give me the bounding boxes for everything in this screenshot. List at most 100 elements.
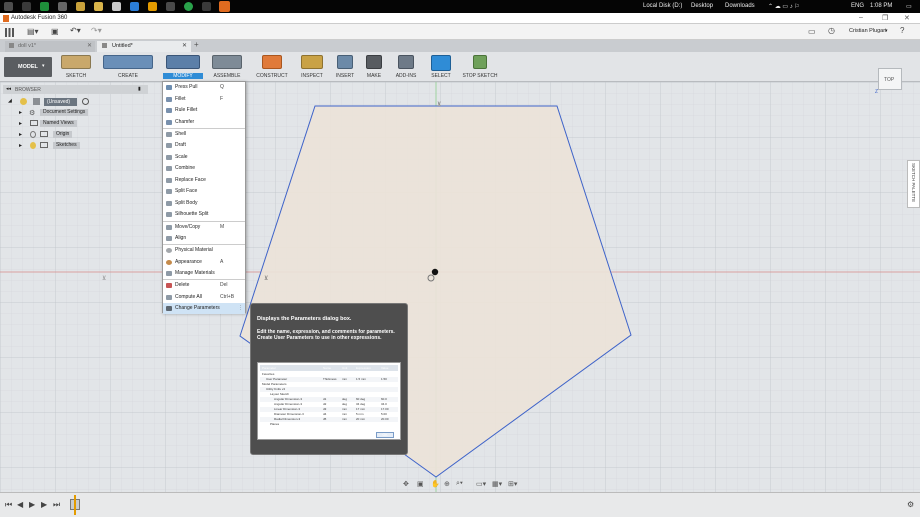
step-forward-icon[interactable]: ▶	[41, 500, 47, 509]
timeline-settings-icon[interactable]: ⚙	[907, 500, 914, 509]
menu-item-split-face[interactable]: Split Face	[163, 186, 245, 197]
minimize-icon[interactable]: –	[859, 14, 863, 21]
select-group[interactable]: SELECT	[428, 55, 454, 81]
app-icon-12[interactable]	[202, 2, 211, 11]
orbit-icon[interactable]: ✥	[403, 480, 409, 488]
go-to-start-icon[interactable]: ⏮	[5, 500, 12, 510]
step-back-icon[interactable]: ◀	[17, 500, 23, 509]
help-icon[interactable]: ?	[900, 26, 904, 35]
viewcube-face[interactable]: TOP	[878, 68, 902, 90]
close-icon[interactable]: ✕	[904, 14, 910, 22]
play-icon[interactable]: ▶	[29, 500, 35, 509]
menu-item-draft[interactable]: Draft	[163, 140, 245, 151]
go-to-end-icon[interactable]: ⏭	[53, 500, 60, 510]
grid-settings-icon[interactable]: ▦▾	[492, 480, 502, 488]
tray-icons[interactable]: ⌃ ☁ ▭ ♪ ⚐	[768, 3, 800, 10]
lightbulb-icon[interactable]	[30, 142, 36, 149]
menu-item-rule-fillet[interactable]: Rule Fillet	[163, 105, 245, 116]
workspace-switcher[interactable]: MODEL ▾	[4, 57, 52, 77]
lightbulb-off-icon[interactable]	[30, 131, 36, 138]
undo-icon[interactable]: ↶▾	[70, 26, 81, 35]
menu-item-change-parameters[interactable]: Change Parameters ⋮	[163, 303, 245, 314]
tab-untitled[interactable]: Untitled* ✕	[97, 41, 191, 52]
expand-arrow-icon[interactable]: ◢	[8, 98, 12, 104]
data-panel-grid-icon[interactable]	[5, 28, 14, 37]
app-icon-1[interactable]	[4, 2, 13, 11]
user-name[interactable]: Cristian Plugari	[849, 28, 886, 34]
collapse-icon[interactable]: ◂◂	[6, 86, 11, 92]
sketch-palette-tab[interactable]: SKETCH PALETTE	[907, 160, 920, 208]
browser-item-sketches[interactable]: ▸ Sketches	[3, 141, 103, 151]
viewcube[interactable]: TOP Z	[875, 68, 905, 95]
activate-radio-icon[interactable]	[82, 98, 89, 105]
taskbar-clock[interactable]: 1:08 PM	[870, 3, 892, 9]
taskbar-lang[interactable]: ENG	[851, 3, 864, 9]
display-settings-icon[interactable]: ▭▾	[476, 480, 486, 488]
app-icon-9[interactable]	[148, 2, 157, 11]
browser-item-document-settings[interactable]: ▸ ⚙ Document Settings	[3, 108, 103, 118]
menu-item-silhouette-split[interactable]: Silhouette Split	[163, 209, 245, 220]
taskbar-desktop[interactable]: Desktop	[691, 3, 713, 9]
app-icon-11[interactable]	[184, 2, 193, 11]
menu-item-physical-material[interactable]: Physical Material	[163, 245, 245, 256]
menu-item-split-body[interactable]: Split Body	[163, 198, 245, 209]
menu-item-move-copy[interactable]: Move/Copy M	[163, 222, 245, 233]
expand-arrow-icon[interactable]: ▸	[19, 142, 22, 149]
app-icon-10[interactable]	[166, 2, 175, 11]
browser-root[interactable]: ◢ (Unsaved)	[3, 97, 93, 107]
file-menu-icon[interactable]: ▤▾	[27, 27, 39, 36]
create-group[interactable]: CREATE	[100, 55, 156, 81]
app-icon-2[interactable]	[22, 2, 31, 11]
app-icon-6[interactable]	[94, 2, 103, 11]
menu-item-chamfer[interactable]: Chamfer	[163, 117, 245, 128]
history-icon[interactable]: ◷	[828, 26, 835, 35]
fit-icon[interactable]: ⌕▾	[456, 480, 463, 488]
more-options-icon[interactable]: ⋮	[238, 303, 243, 314]
menu-item-delete[interactable]: Delete Del	[163, 280, 245, 291]
menu-item-shell[interactable]: Shell	[163, 129, 245, 140]
taskbar-drive[interactable]: Local Disk (D:)	[643, 3, 682, 9]
expand-arrow-icon[interactable]: ▸	[19, 131, 22, 138]
look-at-icon[interactable]: ▣	[417, 480, 424, 488]
menu-item-align[interactable]: Align	[163, 233, 245, 244]
menu-item-fillet[interactable]: Fillet F	[163, 94, 245, 105]
expand-arrow-icon[interactable]: ▸	[19, 109, 22, 116]
make-group[interactable]: MAKE	[363, 55, 385, 81]
timeline-marker[interactable]	[74, 495, 76, 515]
menu-item-press-pull[interactable]: Press Pull Q	[163, 82, 245, 93]
app-icon-3[interactable]	[40, 2, 49, 11]
menu-item-compute-all[interactable]: Compute All Ctrl+B	[163, 292, 245, 303]
viewports-icon[interactable]: ⊞▾	[508, 480, 517, 488]
construct-group[interactable]: CONSTRUCT	[254, 55, 290, 81]
insert-group[interactable]: INSERT	[332, 55, 358, 81]
app-icon-7[interactable]	[112, 2, 121, 11]
menu-item-appearance[interactable]: Appearance A	[163, 257, 245, 268]
tab-close-icon[interactable]: ✕	[182, 42, 187, 49]
save-icon[interactable]: ▣	[51, 27, 59, 36]
sketch-group[interactable]: SKETCH	[57, 55, 95, 81]
menu-item-replace-face[interactable]: Replace Face	[163, 175, 245, 186]
modify-group[interactable]: MODIFY	[163, 55, 203, 81]
pin-icon[interactable]: ▮	[138, 86, 141, 92]
app-icon-8[interactable]	[130, 2, 139, 11]
menu-item-combine[interactable]: Combine	[163, 163, 245, 174]
browser-item-origin[interactable]: ▸ Origin	[3, 130, 103, 140]
maximize-icon[interactable]: ❐	[882, 14, 888, 22]
fusion-taskbar-icon[interactable]	[219, 1, 230, 12]
menu-item-scale[interactable]: Scale	[163, 152, 245, 163]
taskbar-downloads[interactable]: Downloads	[725, 3, 755, 9]
app-icon-4[interactable]	[58, 2, 67, 11]
user-dropdown-icon[interactable]: ▾	[885, 28, 888, 34]
browser-item-named-views[interactable]: ▸ Named Views	[3, 119, 103, 129]
tab-close-icon[interactable]: ✕	[87, 42, 92, 49]
addins-group[interactable]: ADD-INS	[392, 55, 420, 81]
menu-item-manage-materials[interactable]: Manage Materials	[163, 268, 245, 279]
redo-icon[interactable]: ↷▾	[91, 26, 102, 35]
zoom-icon[interactable]: ⊕	[444, 480, 450, 488]
pan-icon[interactable]: ✋	[431, 480, 440, 488]
stop-sketch-group[interactable]: STOP SKETCH	[462, 55, 498, 81]
notification-icon[interactable]: ▭	[906, 3, 912, 10]
tab-doll[interactable]: doll v1* ✕	[5, 41, 95, 52]
new-tab-icon[interactable]: +	[194, 40, 199, 49]
lightbulb-icon[interactable]	[20, 98, 27, 105]
